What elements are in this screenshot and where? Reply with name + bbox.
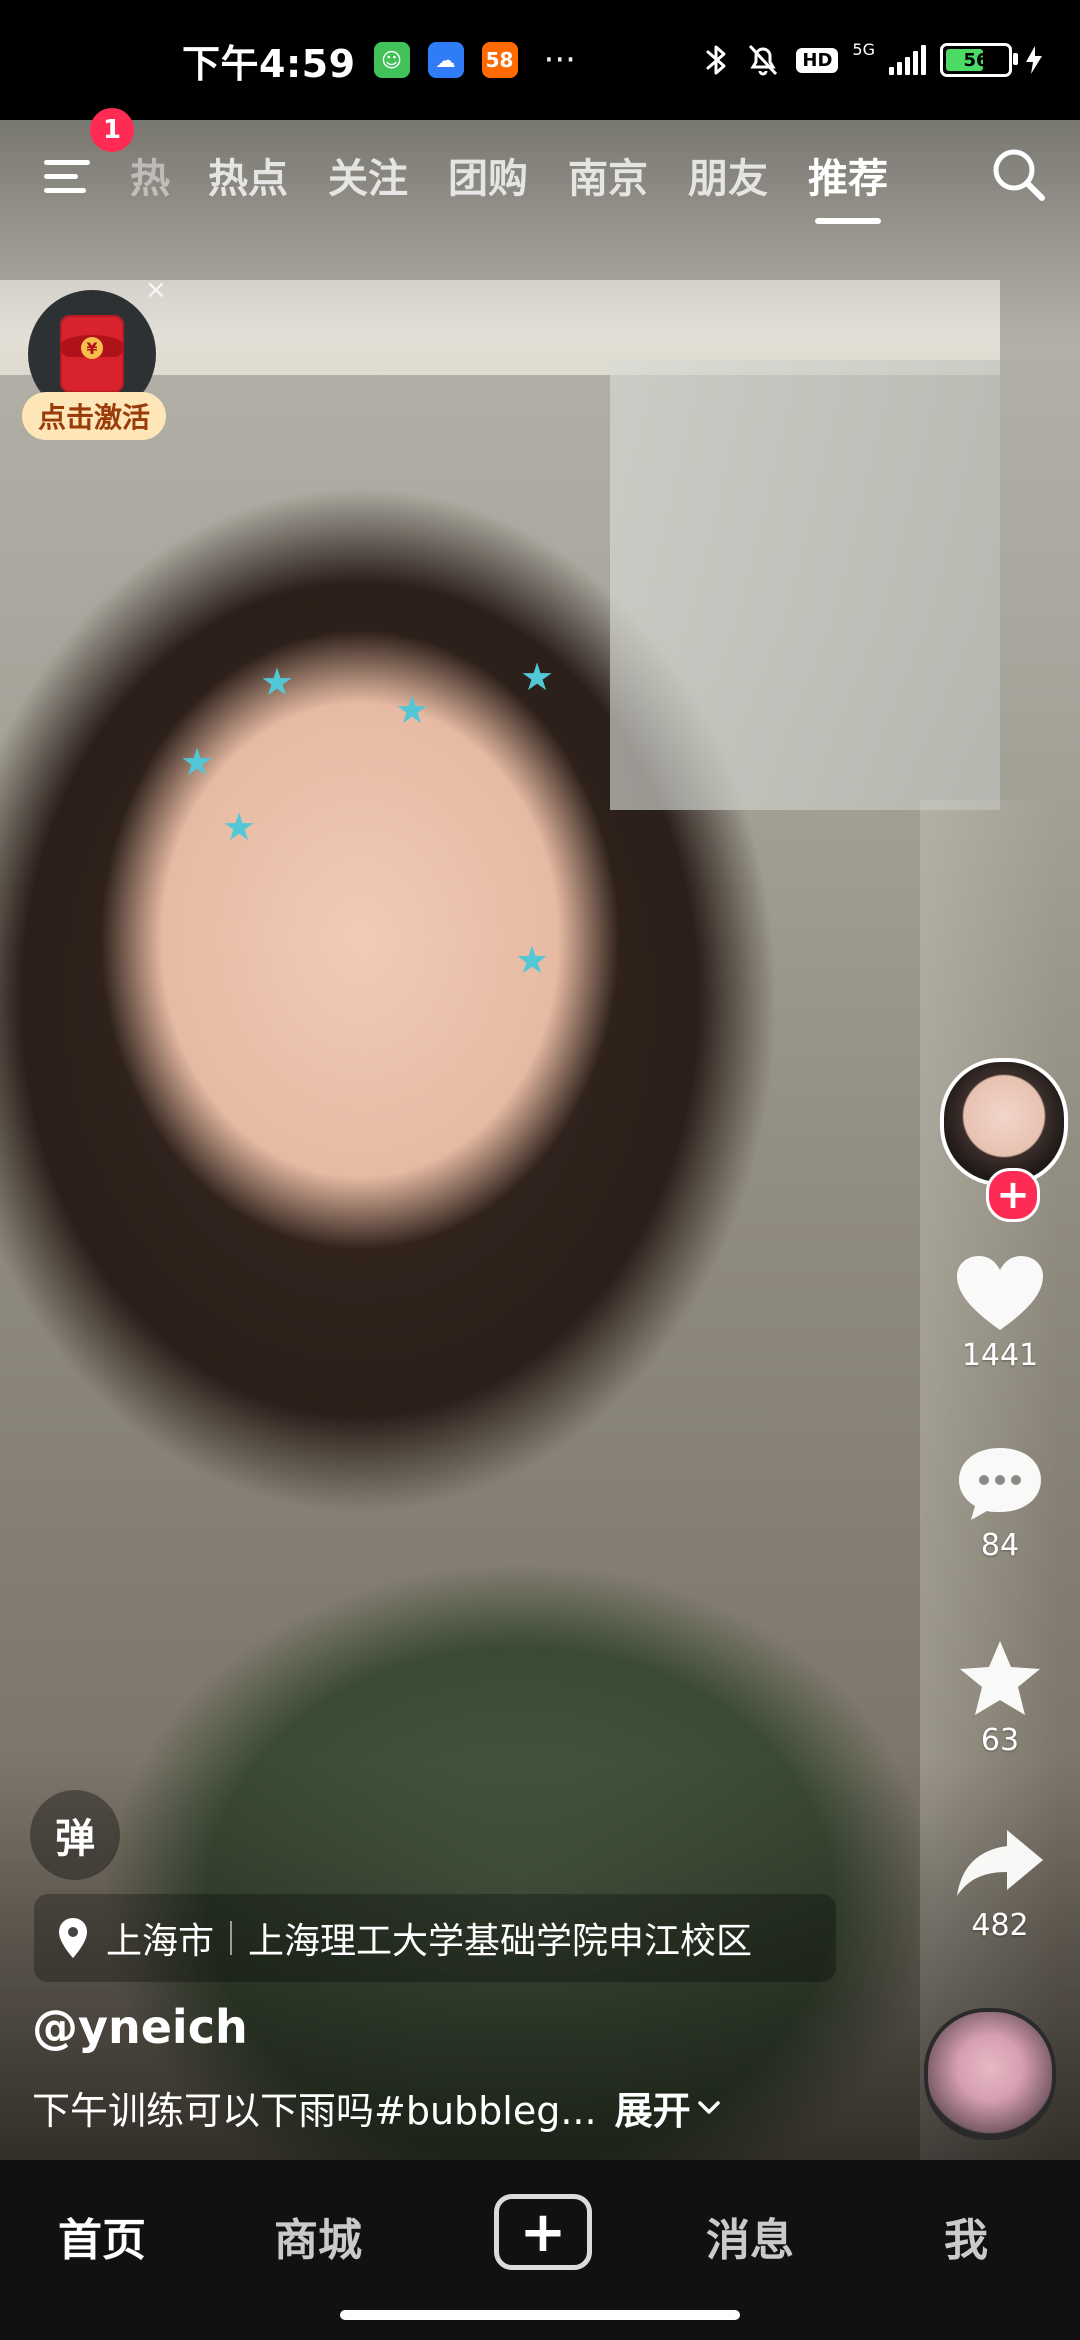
status-left: 下午4:59 ☺ ☁ 58 ···	[0, 33, 576, 88]
tab-following[interactable]: 关注	[308, 146, 428, 204]
notification-app-icon: 58	[481, 42, 518, 78]
battery-icon: 56	[940, 43, 1018, 77]
expand-caption-button[interactable]: 展开	[615, 2080, 721, 2135]
location-tag[interactable]: 上海市 上海理工大学基础学院申江校区	[34, 1894, 836, 1982]
status-right: HD 5G 56	[704, 42, 1080, 78]
comment-action[interactable]: 84	[920, 1440, 1080, 1563]
follow-button[interactable]: +	[986, 1168, 1040, 1222]
post-caption[interactable]: 下午训练可以下雨吗#bubbleg...	[32, 2080, 597, 2135]
share-action[interactable]: 482	[920, 1820, 1080, 1943]
star-sticker-icon: ★	[222, 805, 257, 849]
location-divider	[230, 1921, 233, 1955]
like-count: 1441	[961, 1338, 1039, 1373]
status-bar: 下午4:59 ☺ ☁ 58 ··· HD 5G 56	[0, 0, 1080, 120]
signal-strength-icon	[889, 45, 926, 75]
star-icon	[960, 1641, 1040, 1715]
menu-notification-badge: 1	[90, 108, 134, 152]
expand-label: 展开	[614, 2089, 691, 2133]
music-disc-icon[interactable]	[924, 2008, 1056, 2140]
search-icon[interactable]	[990, 146, 1048, 204]
star-sticker-icon: ★	[520, 655, 555, 699]
app-screen: ★ ★ ★ ★ ★ ★ 下午4:59 ☺ ☁ 58 ··· HD 5G 56 热…	[0, 0, 1080, 2340]
status-more-icon: ···	[543, 40, 576, 80]
tab-partial[interactable]: 热	[130, 146, 188, 204]
hd-indicator: HD	[796, 47, 839, 73]
notification-app-icon: ☺	[373, 42, 410, 78]
feed-tabs: 热 热点 关注 团购 南京 朋友 推荐	[130, 120, 908, 230]
tab-group-buy[interactable]: 团购	[428, 146, 548, 204]
nav-mall[interactable]: 商城	[274, 2204, 362, 2268]
author-avatar[interactable]: +	[940, 1058, 1068, 1222]
promo-activate-label: 点击激活	[22, 392, 166, 440]
tab-hot[interactable]: 热点	[188, 146, 308, 204]
bluetooth-icon	[706, 45, 726, 75]
tab-recommended[interactable]: 推荐	[788, 146, 908, 204]
share-count: 482	[971, 1908, 1029, 1943]
favorite-action[interactable]: 63	[920, 1635, 1080, 1758]
red-envelope-icon	[60, 315, 124, 393]
comment-icon	[959, 1448, 1041, 1520]
status-time: 下午4:59	[182, 41, 356, 86]
author-username[interactable]: @yneich	[32, 2000, 248, 2054]
star-sticker-icon: ★	[515, 938, 550, 982]
star-sticker-icon: ★	[260, 660, 295, 704]
danmaku-toggle-button[interactable]: 弹	[30, 1790, 120, 1880]
mute-bell-icon	[749, 44, 778, 76]
star-sticker-icon: ★	[395, 688, 430, 732]
heart-icon	[957, 1256, 1043, 1330]
home-indicator[interactable]	[340, 2310, 740, 2320]
star-sticker-icon: ★	[180, 740, 215, 784]
battery-percent: 56	[963, 49, 989, 71]
notification-app-icon: ☁	[427, 42, 464, 78]
location-pin-icon	[59, 1918, 87, 1958]
chevron-down-icon	[697, 2100, 720, 2114]
background-curtain	[610, 360, 1000, 810]
nav-messages[interactable]: 消息	[706, 2204, 794, 2268]
nav-home[interactable]: 首页	[58, 2204, 146, 2268]
top-navigation: 热 热点 关注 团购 南京 朋友 推荐	[0, 120, 1080, 230]
red-packet-promo[interactable]: 点击激活	[22, 290, 172, 440]
caption-row: 下午训练可以下雨吗#bubbleg... 展开	[32, 2080, 721, 2135]
location-place: 上海理工大学基础学院申江校区	[248, 1921, 753, 1962]
create-button[interactable]: +	[494, 2194, 592, 2270]
favorite-count: 63	[980, 1723, 1020, 1758]
comment-count: 84	[980, 1528, 1020, 1563]
charging-bolt-icon	[1026, 46, 1042, 74]
location-city: 上海市	[106, 1921, 215, 1962]
share-arrow-icon	[957, 1830, 1043, 1896]
side-menu-button[interactable]	[44, 152, 96, 198]
network-type: 5G	[852, 40, 875, 59]
nav-me[interactable]: 我	[944, 2204, 988, 2268]
like-action[interactable]: 1441	[920, 1250, 1080, 1373]
tab-nanjing[interactable]: 南京	[548, 146, 668, 204]
avatar	[940, 1058, 1068, 1186]
tab-friends[interactable]: 朋友	[668, 146, 788, 204]
